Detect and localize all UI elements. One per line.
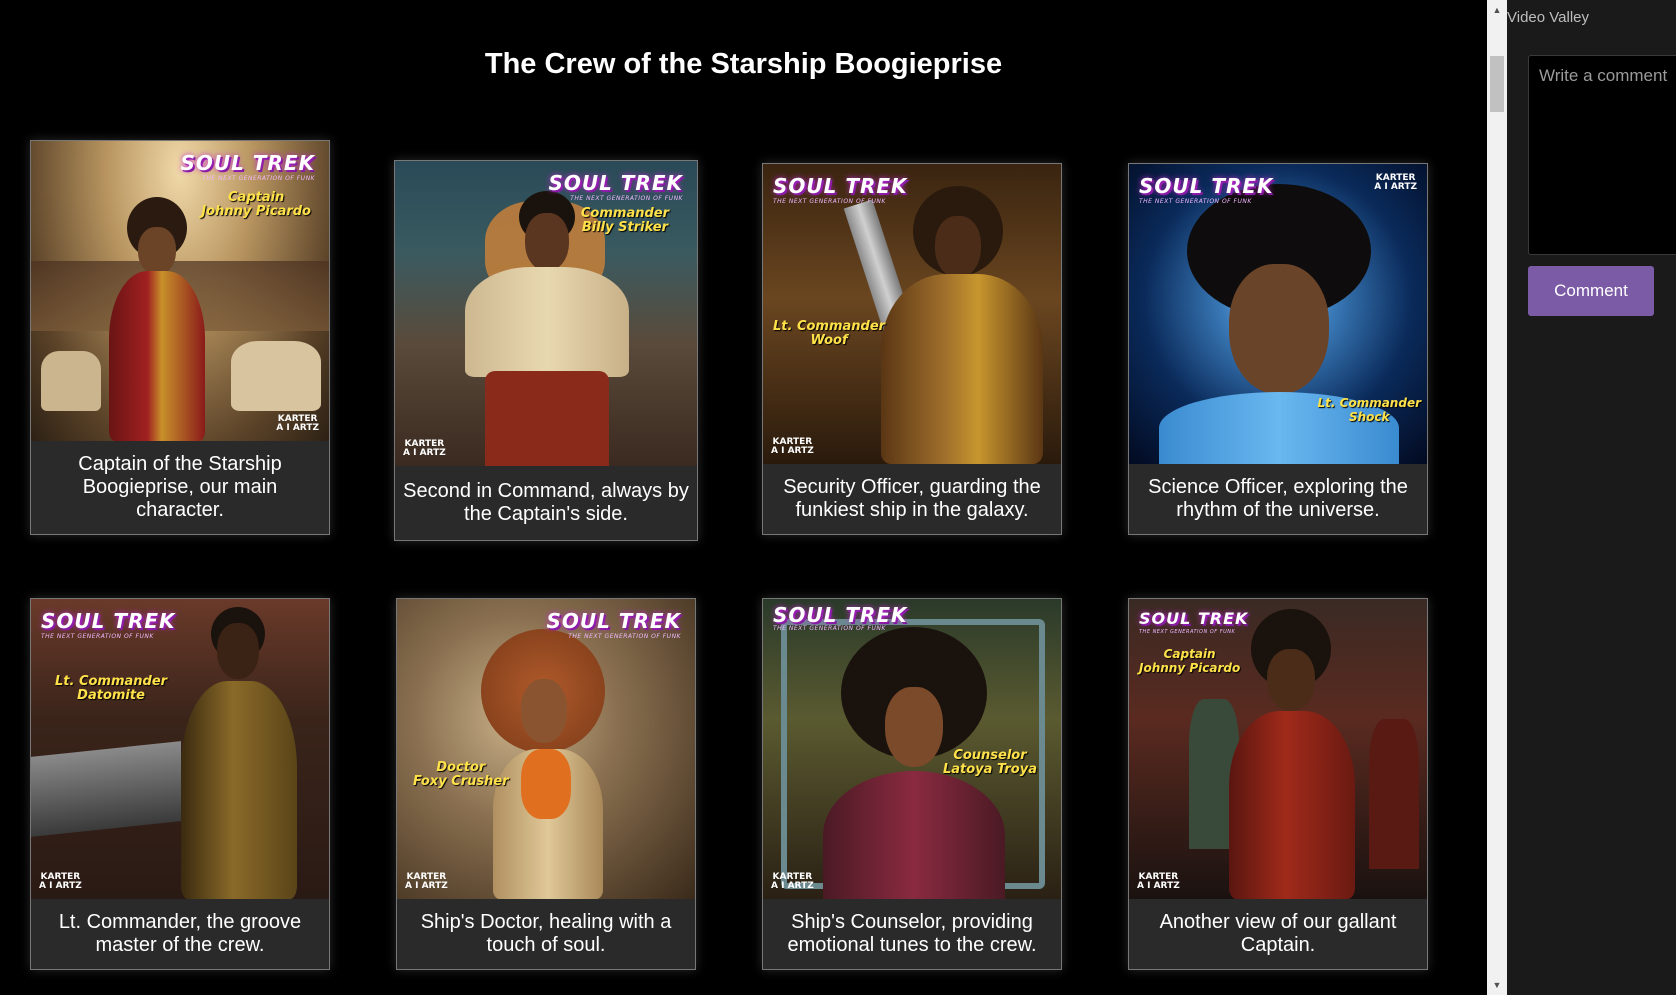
crew-caption: Ship's Counselor, providing emotional tu… bbox=[787, 911, 1037, 956]
crew-caption: Second in Command, always by the Captain… bbox=[403, 480, 689, 525]
crew-image[interactable]: SOUL TREK THE NEXT GENERATION OF FUNK Do… bbox=[397, 599, 695, 899]
crew-card[interactable]: SOUL TREK THE NEXT GENERATION OF FUNK Co… bbox=[394, 160, 698, 541]
crew-card[interactable]: SOUL TREK THE NEXT GENERATION OF FUNK Co… bbox=[762, 598, 1062, 970]
character-name-label: Commander Billy Striker bbox=[580, 206, 669, 235]
tagline: THE NEXT GENERATION OF FUNK bbox=[1139, 198, 1252, 205]
character-name-label: Lt. Commander Woof bbox=[773, 319, 886, 348]
karter-ai-artz-watermark: KARTER A I ARTZ bbox=[39, 872, 82, 891]
crew-caption: Captain of the Starship Boogieprise, our… bbox=[78, 453, 282, 521]
crew-caption: Security Officer, guarding the funkiest … bbox=[783, 476, 1041, 521]
page-title: The Crew of the Starship Boogieprise bbox=[484, 48, 1003, 80]
scroll-up-arrow-icon[interactable]: ▲ bbox=[1487, 0, 1507, 20]
crew-image[interactable]: SOUL TREK THE NEXT GENERATION OF FUNK Co… bbox=[763, 599, 1061, 899]
soul-trek-logo: SOUL TREK bbox=[546, 609, 681, 633]
crew-card[interactable]: SOUL TREK THE NEXT GENERATION OF FUNK Lt… bbox=[762, 163, 1062, 535]
soul-trek-logo: SOUL TREK bbox=[773, 603, 908, 627]
karter-ai-artz-watermark: KARTER A I ARTZ bbox=[276, 414, 319, 433]
soul-trek-logo: SOUL TREK bbox=[180, 151, 315, 175]
character-name-label: Lt. Commander Datomite bbox=[55, 674, 168, 703]
crew-caption: Science Officer, exploring the rhythm of… bbox=[1148, 476, 1408, 521]
scroll-down-arrow-icon[interactable]: ▼ bbox=[1487, 975, 1507, 995]
crew-caption: Another view of our gallant Captain. bbox=[1159, 911, 1397, 956]
crew-card[interactable]: SOUL TREK THE NEXT GENERATION OF FUNK KA… bbox=[1128, 163, 1428, 535]
crew-caption: Lt. Commander, the groove master of the … bbox=[58, 911, 302, 956]
karter-ai-artz-watermark: KARTER A I ARTZ bbox=[771, 872, 814, 891]
crew-card[interactable]: SOUL TREK THE NEXT GENERATION OF FUNK Lt… bbox=[30, 598, 330, 970]
character-name-label: Captain Johnny Picardo bbox=[1139, 647, 1241, 675]
karter-ai-artz-watermark: KARTER A I ARTZ bbox=[403, 439, 446, 458]
character-name-label: Counselor Latoya Troya bbox=[942, 748, 1037, 777]
gallery-area: The Crew of the Starship Boogieprise SOU… bbox=[0, 0, 1487, 995]
soul-trek-logo: SOUL TREK bbox=[1139, 609, 1249, 628]
karter-ai-artz-watermark: KARTER A I ARTZ bbox=[405, 872, 448, 891]
tagline: THE NEXT GENERATION OF FUNK bbox=[773, 198, 886, 205]
crew-caption: Ship's Doctor, healing with a touch of s… bbox=[420, 911, 672, 956]
soul-trek-logo: SOUL TREK bbox=[1139, 174, 1274, 198]
crew-card[interactable]: SOUL TREK THE NEXT GENERATION OF FUNK Ca… bbox=[1128, 598, 1428, 970]
karter-ai-artz-watermark: KARTER A I ARTZ bbox=[1137, 872, 1180, 891]
crew-image[interactable]: SOUL TREK THE NEXT GENERATION OF FUNK Ca… bbox=[31, 141, 329, 441]
crew-image[interactable]: SOUL TREK THE NEXT GENERATION OF FUNK KA… bbox=[1129, 164, 1427, 464]
tagline: THE NEXT GENERATION OF FUNK bbox=[570, 195, 683, 202]
soul-trek-logo: SOUL TREK bbox=[773, 174, 908, 198]
crew-image[interactable]: SOUL TREK THE NEXT GENERATION OF FUNK Ca… bbox=[1129, 599, 1427, 899]
soul-trek-logo: SOUL TREK bbox=[548, 171, 683, 195]
page-scrollbar[interactable]: ▲ ▼ bbox=[1487, 0, 1507, 995]
tagline: THE NEXT GENERATION OF FUNK bbox=[773, 625, 886, 632]
comment-input[interactable] bbox=[1528, 55, 1676, 255]
karter-ai-artz-watermark: KARTER A I ARTZ bbox=[1374, 173, 1417, 192]
crew-card[interactable]: SOUL TREK THE NEXT GENERATION OF FUNK Ca… bbox=[30, 140, 330, 535]
tagline: THE NEXT GENERATION OF FUNK bbox=[41, 633, 154, 640]
character-name-label: Doctor Foxy Crusher bbox=[413, 760, 509, 789]
crew-image[interactable]: SOUL TREK THE NEXT GENERATION OF FUNK Lt… bbox=[763, 164, 1061, 464]
tagline: THE NEXT GENERATION OF FUNK bbox=[1139, 629, 1236, 635]
comment-panel: Video Valley Comment bbox=[1507, 0, 1676, 995]
soul-trek-logo: SOUL TREK bbox=[41, 609, 176, 633]
crew-card[interactable]: SOUL TREK THE NEXT GENERATION OF FUNK Do… bbox=[396, 598, 696, 970]
tagline: THE NEXT GENERATION OF FUNK bbox=[202, 175, 315, 182]
panel-title: Video Valley bbox=[1507, 9, 1590, 26]
crew-image[interactable]: SOUL TREK THE NEXT GENERATION OF FUNK Lt… bbox=[31, 599, 329, 899]
scrollbar-thumb[interactable] bbox=[1490, 56, 1504, 112]
character-name-label: Captain Johnny Picardo bbox=[201, 190, 311, 219]
tagline: THE NEXT GENERATION OF FUNK bbox=[568, 633, 681, 640]
comment-button[interactable]: Comment bbox=[1528, 266, 1654, 316]
karter-ai-artz-watermark: KARTER A I ARTZ bbox=[771, 437, 814, 456]
character-name-label: Lt. Commander Shock bbox=[1317, 396, 1421, 424]
crew-image[interactable]: SOUL TREK THE NEXT GENERATION OF FUNK Co… bbox=[395, 161, 697, 466]
